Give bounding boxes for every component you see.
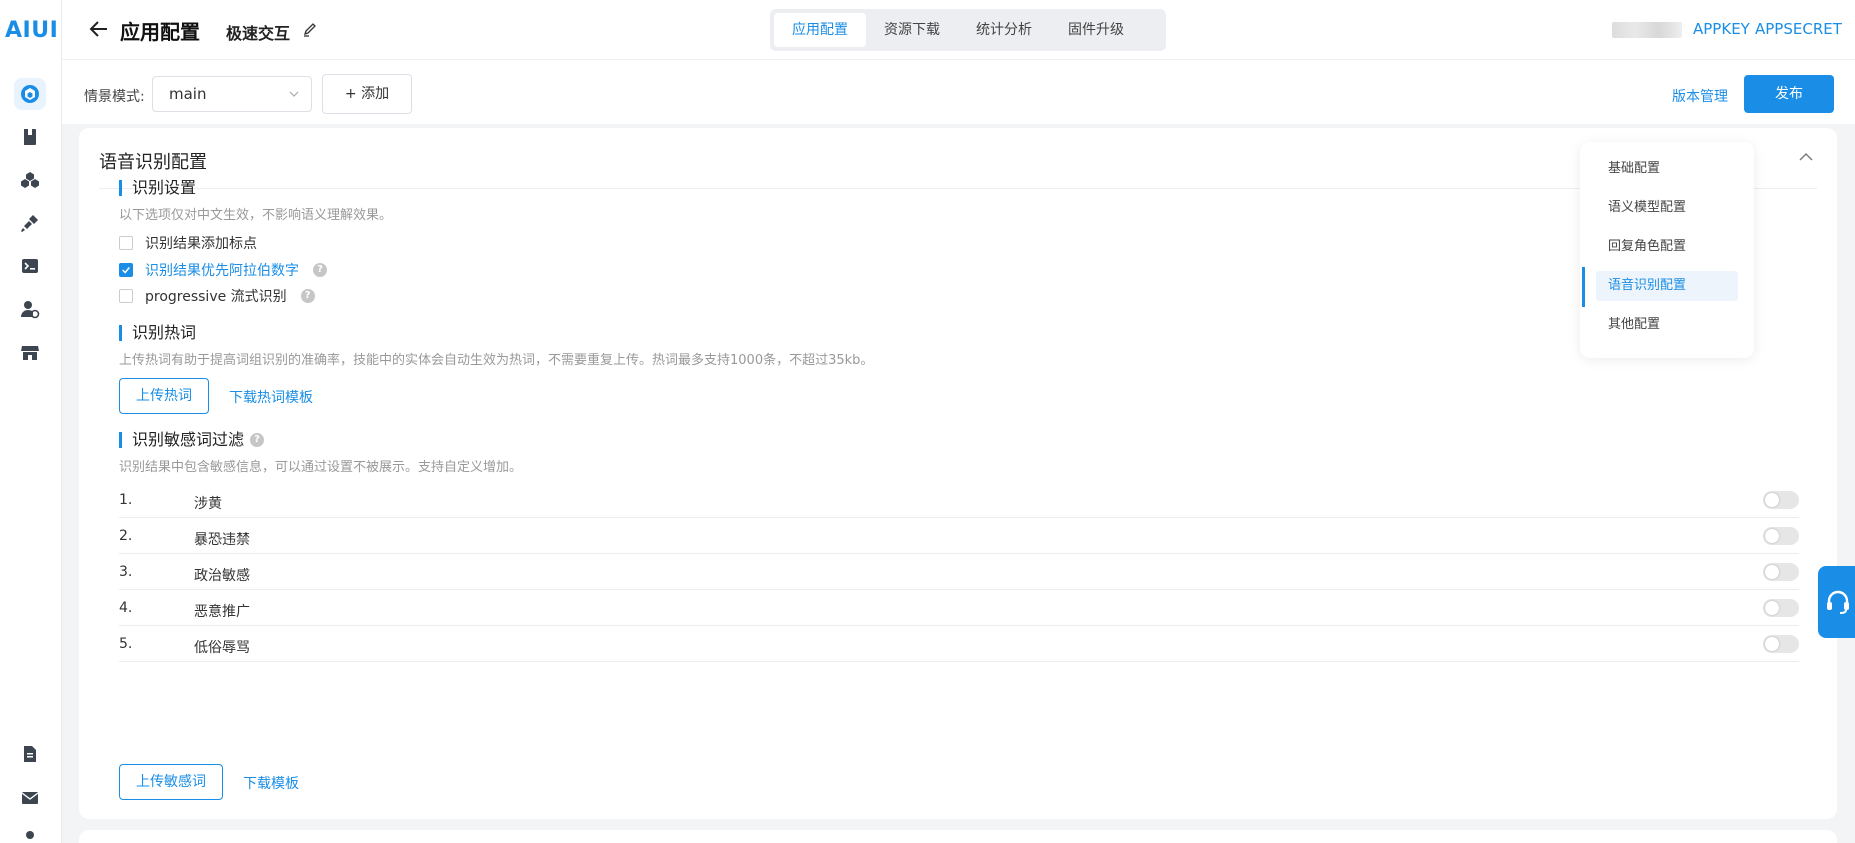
tab-firmware-upgrade[interactable]: 固件升级 <box>1050 13 1142 47</box>
anchor-other-config[interactable]: 其他配置 <box>1596 310 1738 340</box>
customer-service-button[interactable] <box>1818 566 1855 638</box>
help-question-icon[interactable]: ? <box>250 433 265 447</box>
row-number: 2. <box>119 528 133 544</box>
tab-resource-download[interactable]: 资源下载 <box>866 13 958 47</box>
help-question-icon[interactable]: ? <box>313 263 327 277</box>
sensitive-row: 3. 政治敏感 <box>119 554 1799 590</box>
appkey-link[interactable]: APPKEY <box>1693 20 1750 38</box>
publish-button[interactable]: 发布 <box>1744 75 1834 113</box>
download-sensitive-template-link[interactable]: 下载模板 <box>243 773 299 793</box>
card-title: 语音识别配置 <box>99 152 207 173</box>
upload-sensitive-words-button[interactable]: 上传敏感词 <box>119 764 223 800</box>
checkbox[interactable] <box>119 236 133 250</box>
hotwords-title: 识别热词 <box>119 325 196 341</box>
anchor-basic-config[interactable]: 基础配置 <box>1596 154 1738 184</box>
sensitive-filter-title: 识别敏感词过滤 ? <box>119 430 265 449</box>
main-tabs: 应用配置 资源下载 统计分析 固件升级 <box>770 9 1166 51</box>
toggle-switch[interactable] <box>1763 527 1799 545</box>
option-label: 识别结果优先阿拉伯数字 <box>145 263 299 279</box>
sensitive-row: 5. 低俗辱骂 <box>119 626 1799 662</box>
user-settings-icon[interactable] <box>14 293 46 325</box>
option-label: progressive 流式识别 <box>145 289 287 305</box>
blurred-app-id <box>1612 22 1682 38</box>
anchor-reply-role-config[interactable]: 回复角色配置 <box>1596 232 1738 262</box>
checkbox[interactable] <box>119 289 133 303</box>
toggle-switch[interactable] <box>1763 635 1799 653</box>
tab-statistics[interactable]: 统计分析 <box>958 13 1050 47</box>
scene-select-value: main <box>169 85 207 103</box>
row-name: 低俗辱骂 <box>194 640 250 656</box>
row-name: 暴恐违禁 <box>194 532 250 548</box>
tab-app-config[interactable]: 应用配置 <box>774 13 866 47</box>
back-arrow-icon[interactable] <box>88 18 110 40</box>
recognition-settings-hint: 以下选项仅对中文生效，不影响语义理解效果。 <box>119 208 393 223</box>
chevron-up-icon[interactable] <box>1799 152 1813 162</box>
check-icon <box>122 267 130 274</box>
download-hotwords-template-link[interactable]: 下载热词模板 <box>229 387 313 407</box>
row-name: 政治敏感 <box>194 568 250 584</box>
row-name: 恶意推广 <box>194 604 250 620</box>
card-divider <box>99 188 1817 189</box>
user-icon[interactable] <box>14 822 46 843</box>
store-icon[interactable] <box>14 336 46 368</box>
chevron-down-icon <box>289 91 299 97</box>
anchor-asr-config[interactable]: 语音识别配置 <box>1596 271 1738 301</box>
recognition-settings-title: 识别设置 <box>119 180 196 196</box>
book-icon[interactable] <box>14 121 46 153</box>
next-card <box>79 830 1837 843</box>
app-name: 极速交互 <box>226 24 291 43</box>
row-number: 3. <box>119 564 133 580</box>
anchor-semantic-model-config[interactable]: 语义模型配置 <box>1596 193 1738 223</box>
version-management-link[interactable]: 版本管理 <box>1672 86 1728 106</box>
row-number: 4. <box>119 600 133 616</box>
top-bar: 应用配置 极速交互 应用配置 资源下载 统计分析 固件升级 APPKEY APP… <box>62 0 1855 60</box>
mail-icon[interactable] <box>14 782 46 814</box>
sensitive-row: 2. 暴恐违禁 <box>119 518 1799 554</box>
anchor-active-indicator <box>1582 267 1585 307</box>
toggle-switch[interactable] <box>1763 599 1799 617</box>
checkbox-checked[interactable] <box>119 263 133 277</box>
sidebar: AIUI <box>0 0 62 843</box>
terminal-icon[interactable] <box>14 250 46 282</box>
cubes-icon[interactable] <box>14 164 46 196</box>
scene-toolbar: 情景模式: main + 添加 版本管理 发布 <box>62 60 1855 124</box>
sensitive-row: 4. 恶意推广 <box>119 590 1799 626</box>
upload-hotwords-button[interactable]: 上传热词 <box>119 378 209 414</box>
plug-icon[interactable] <box>14 207 46 239</box>
option-progressive[interactable]: progressive 流式识别 ? <box>119 286 315 306</box>
sensitive-filter-hint: 识别结果中包含敏感信息，可以通过设置不被展示。支持自定义增加。 <box>119 460 523 475</box>
toggle-switch[interactable] <box>1763 491 1799 509</box>
app-cube-icon[interactable] <box>14 78 46 110</box>
help-question-icon[interactable]: ? <box>300 289 315 303</box>
scene-label: 情景模式: <box>84 89 145 105</box>
scene-select[interactable]: main <box>152 76 312 112</box>
document-icon[interactable] <box>14 738 46 770</box>
row-number: 5. <box>119 636 133 652</box>
hotwords-hint: 上传热词有助于提高词组识别的准确率，技能中的实体会自动生效为热词，不需要重复上传… <box>119 353 874 368</box>
option-arabic-numerals[interactable]: 识别结果优先阿拉伯数字 ? <box>119 260 327 280</box>
option-punctuation[interactable]: 识别结果添加标点 <box>119 233 257 253</box>
page-title: 应用配置 <box>120 20 200 44</box>
anchor-nav: 基础配置 语义模型配置 回复角色配置 语音识别配置 其他配置 <box>1580 142 1754 358</box>
row-number: 1. <box>119 492 133 508</box>
toggle-switch[interactable] <box>1763 563 1799 581</box>
row-name: 涉黄 <box>194 496 222 512</box>
sensitive-row: 1. 涉黄 <box>119 482 1799 518</box>
appsecret-link[interactable]: APPSECRET <box>1755 20 1842 38</box>
sensitive-filter-title-text: 识别敏感词过滤 <box>132 430 245 449</box>
edit-pen-icon[interactable] <box>302 22 318 38</box>
add-scene-button[interactable]: + 添加 <box>322 74 412 114</box>
aiui-logo[interactable]: AIUI <box>5 18 58 43</box>
headset-icon <box>1827 590 1849 614</box>
asr-config-card: 语音识别配置 识别设置 以下选项仅对中文生效，不影响语义理解效果。 识别结果添加… <box>79 128 1837 819</box>
option-label: 识别结果添加标点 <box>145 236 257 252</box>
